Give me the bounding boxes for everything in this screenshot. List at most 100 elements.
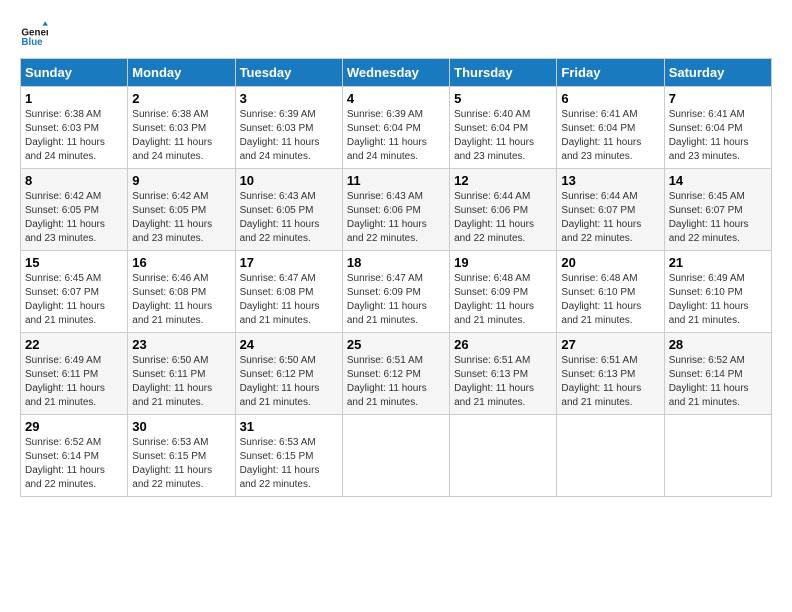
calendar-cell — [557, 415, 664, 497]
calendar-cell: 15 Sunrise: 6:45 AMSunset: 6:07 PMDaylig… — [21, 251, 128, 333]
day-number: 28 — [669, 337, 767, 352]
day-number: 19 — [454, 255, 552, 270]
day-info: Sunrise: 6:48 AMSunset: 6:10 PMDaylight:… — [561, 273, 641, 326]
day-number: 29 — [25, 419, 123, 434]
day-info: Sunrise: 6:41 AMSunset: 6:04 PMDaylight:… — [561, 109, 641, 162]
calendar-cell: 16 Sunrise: 6:46 AMSunset: 6:08 PMDaylig… — [128, 251, 235, 333]
day-info: Sunrise: 6:43 AMSunset: 6:05 PMDaylight:… — [240, 191, 320, 244]
day-info: Sunrise: 6:52 AMSunset: 6:14 PMDaylight:… — [669, 355, 749, 408]
calendar-cell: 19 Sunrise: 6:48 AMSunset: 6:09 PMDaylig… — [450, 251, 557, 333]
day-number: 2 — [132, 91, 230, 106]
day-info: Sunrise: 6:40 AMSunset: 6:04 PMDaylight:… — [454, 109, 534, 162]
calendar-cell: 31 Sunrise: 6:53 AMSunset: 6:15 PMDaylig… — [235, 415, 342, 497]
day-info: Sunrise: 6:53 AMSunset: 6:15 PMDaylight:… — [240, 437, 320, 490]
day-info: Sunrise: 6:49 AMSunset: 6:11 PMDaylight:… — [25, 355, 105, 408]
day-number: 21 — [669, 255, 767, 270]
calendar-cell: 18 Sunrise: 6:47 AMSunset: 6:09 PMDaylig… — [342, 251, 449, 333]
calendar-cell: 4 Sunrise: 6:39 AMSunset: 6:04 PMDayligh… — [342, 87, 449, 169]
day-info: Sunrise: 6:39 AMSunset: 6:03 PMDaylight:… — [240, 109, 320, 162]
day-info: Sunrise: 6:53 AMSunset: 6:15 PMDaylight:… — [132, 437, 212, 490]
calendar-week-4: 22 Sunrise: 6:49 AMSunset: 6:11 PMDaylig… — [21, 333, 772, 415]
day-number: 11 — [347, 173, 445, 188]
calendar-week-5: 29 Sunrise: 6:52 AMSunset: 6:14 PMDaylig… — [21, 415, 772, 497]
day-header-monday: Monday — [128, 59, 235, 87]
calendar-cell: 26 Sunrise: 6:51 AMSunset: 6:13 PMDaylig… — [450, 333, 557, 415]
svg-text:Blue: Blue — [21, 37, 43, 48]
day-info: Sunrise: 6:38 AMSunset: 6:03 PMDaylight:… — [132, 109, 212, 162]
day-number: 4 — [347, 91, 445, 106]
day-header-tuesday: Tuesday — [235, 59, 342, 87]
logo: General Blue — [20, 20, 52, 48]
day-number: 30 — [132, 419, 230, 434]
day-number: 31 — [240, 419, 338, 434]
day-number: 18 — [347, 255, 445, 270]
calendar-cell — [664, 415, 771, 497]
calendar-cell: 1 Sunrise: 6:38 AMSunset: 6:03 PMDayligh… — [21, 87, 128, 169]
calendar-cell: 3 Sunrise: 6:39 AMSunset: 6:03 PMDayligh… — [235, 87, 342, 169]
day-number: 14 — [669, 173, 767, 188]
calendar-week-1: 1 Sunrise: 6:38 AMSunset: 6:03 PMDayligh… — [21, 87, 772, 169]
day-number: 20 — [561, 255, 659, 270]
day-info: Sunrise: 6:50 AMSunset: 6:11 PMDaylight:… — [132, 355, 212, 408]
calendar-cell: 11 Sunrise: 6:43 AMSunset: 6:06 PMDaylig… — [342, 169, 449, 251]
calendar-cell: 12 Sunrise: 6:44 AMSunset: 6:06 PMDaylig… — [450, 169, 557, 251]
day-number: 12 — [454, 173, 552, 188]
calendar-cell: 6 Sunrise: 6:41 AMSunset: 6:04 PMDayligh… — [557, 87, 664, 169]
day-number: 23 — [132, 337, 230, 352]
calendar-cell: 17 Sunrise: 6:47 AMSunset: 6:08 PMDaylig… — [235, 251, 342, 333]
calendar-table: SundayMondayTuesdayWednesdayThursdayFrid… — [20, 58, 772, 497]
day-info: Sunrise: 6:50 AMSunset: 6:12 PMDaylight:… — [240, 355, 320, 408]
day-number: 13 — [561, 173, 659, 188]
logo-icon: General Blue — [20, 20, 48, 48]
calendar-cell — [342, 415, 449, 497]
day-number: 8 — [25, 173, 123, 188]
calendar-cell: 10 Sunrise: 6:43 AMSunset: 6:05 PMDaylig… — [235, 169, 342, 251]
day-number: 26 — [454, 337, 552, 352]
day-info: Sunrise: 6:45 AMSunset: 6:07 PMDaylight:… — [25, 273, 105, 326]
day-info: Sunrise: 6:43 AMSunset: 6:06 PMDaylight:… — [347, 191, 427, 244]
day-info: Sunrise: 6:44 AMSunset: 6:06 PMDaylight:… — [454, 191, 534, 244]
day-number: 15 — [25, 255, 123, 270]
day-number: 1 — [25, 91, 123, 106]
calendar-cell: 5 Sunrise: 6:40 AMSunset: 6:04 PMDayligh… — [450, 87, 557, 169]
day-info: Sunrise: 6:38 AMSunset: 6:03 PMDaylight:… — [25, 109, 105, 162]
calendar-cell: 21 Sunrise: 6:49 AMSunset: 6:10 PMDaylig… — [664, 251, 771, 333]
calendar-cell: 20 Sunrise: 6:48 AMSunset: 6:10 PMDaylig… — [557, 251, 664, 333]
calendar-week-2: 8 Sunrise: 6:42 AMSunset: 6:05 PMDayligh… — [21, 169, 772, 251]
calendar-cell: 2 Sunrise: 6:38 AMSunset: 6:03 PMDayligh… — [128, 87, 235, 169]
day-number: 7 — [669, 91, 767, 106]
calendar-cell: 13 Sunrise: 6:44 AMSunset: 6:07 PMDaylig… — [557, 169, 664, 251]
day-number: 9 — [132, 173, 230, 188]
day-info: Sunrise: 6:49 AMSunset: 6:10 PMDaylight:… — [669, 273, 749, 326]
day-number: 24 — [240, 337, 338, 352]
day-header-saturday: Saturday — [664, 59, 771, 87]
day-number: 16 — [132, 255, 230, 270]
day-header-thursday: Thursday — [450, 59, 557, 87]
calendar-cell: 27 Sunrise: 6:51 AMSunset: 6:13 PMDaylig… — [557, 333, 664, 415]
day-info: Sunrise: 6:39 AMSunset: 6:04 PMDaylight:… — [347, 109, 427, 162]
day-number: 27 — [561, 337, 659, 352]
day-number: 6 — [561, 91, 659, 106]
page-header: General Blue — [20, 20, 772, 48]
calendar-cell: 30 Sunrise: 6:53 AMSunset: 6:15 PMDaylig… — [128, 415, 235, 497]
day-info: Sunrise: 6:48 AMSunset: 6:09 PMDaylight:… — [454, 273, 534, 326]
day-info: Sunrise: 6:52 AMSunset: 6:14 PMDaylight:… — [25, 437, 105, 490]
calendar-cell: 28 Sunrise: 6:52 AMSunset: 6:14 PMDaylig… — [664, 333, 771, 415]
day-info: Sunrise: 6:46 AMSunset: 6:08 PMDaylight:… — [132, 273, 212, 326]
calendar-cell — [450, 415, 557, 497]
day-info: Sunrise: 6:42 AMSunset: 6:05 PMDaylight:… — [25, 191, 105, 244]
day-info: Sunrise: 6:51 AMSunset: 6:13 PMDaylight:… — [454, 355, 534, 408]
day-number: 25 — [347, 337, 445, 352]
calendar-cell: 23 Sunrise: 6:50 AMSunset: 6:11 PMDaylig… — [128, 333, 235, 415]
day-info: Sunrise: 6:44 AMSunset: 6:07 PMDaylight:… — [561, 191, 641, 244]
day-info: Sunrise: 6:47 AMSunset: 6:09 PMDaylight:… — [347, 273, 427, 326]
calendar-cell: 8 Sunrise: 6:42 AMSunset: 6:05 PMDayligh… — [21, 169, 128, 251]
day-header-wednesday: Wednesday — [342, 59, 449, 87]
calendar-week-3: 15 Sunrise: 6:45 AMSunset: 6:07 PMDaylig… — [21, 251, 772, 333]
day-info: Sunrise: 6:45 AMSunset: 6:07 PMDaylight:… — [669, 191, 749, 244]
day-number: 5 — [454, 91, 552, 106]
day-number: 3 — [240, 91, 338, 106]
day-info: Sunrise: 6:41 AMSunset: 6:04 PMDaylight:… — [669, 109, 749, 162]
day-number: 17 — [240, 255, 338, 270]
calendar-cell: 24 Sunrise: 6:50 AMSunset: 6:12 PMDaylig… — [235, 333, 342, 415]
